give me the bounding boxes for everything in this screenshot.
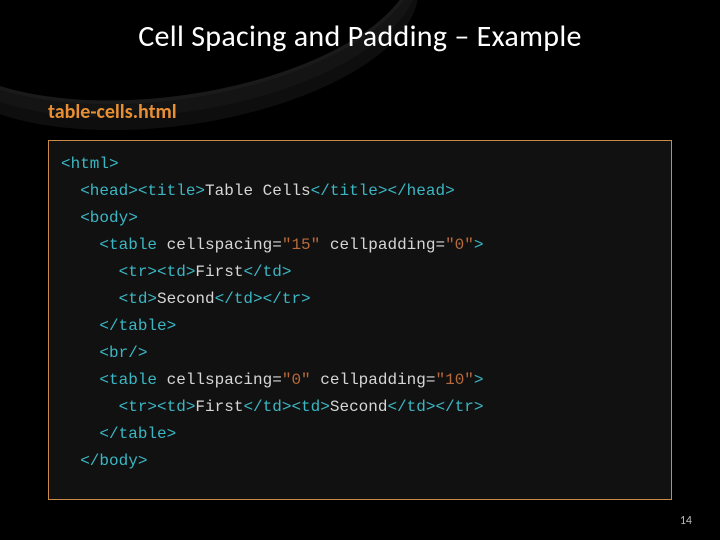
- page-number: 14: [680, 514, 692, 528]
- slide-title: Cell Spacing and Padding – Example: [0, 18, 720, 55]
- code-content: <html> <head><title>Table Cells</title><…: [61, 151, 659, 475]
- filename-label: table-cells.html: [48, 100, 177, 124]
- code-box: <html> <head><title>Table Cells</title><…: [48, 140, 672, 500]
